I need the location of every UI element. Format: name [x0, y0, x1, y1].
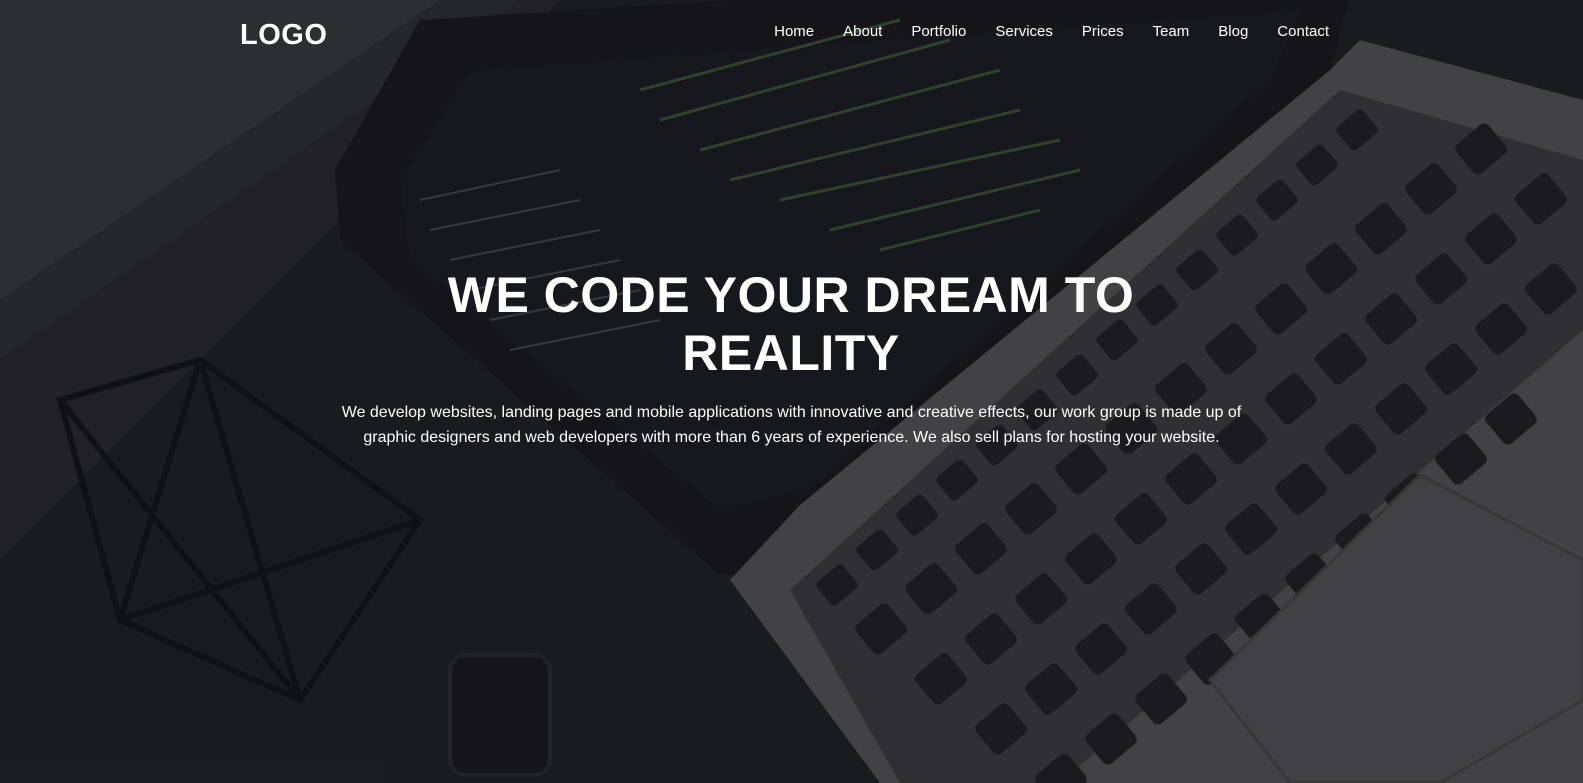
nav-menu: Home About Portfolio Services Prices Tea…: [745, 23, 1329, 41]
nav-item-home: Home: [774, 23, 814, 41]
dark-overlay: [0, 0, 1583, 783]
nav-link-contact[interactable]: Contact: [1277, 23, 1329, 40]
nav-link-home[interactable]: Home: [774, 23, 814, 40]
nav-item-team: Team: [1153, 23, 1190, 41]
hero-section: LOGO Home About Portfolio Services Price…: [0, 0, 1583, 783]
nav-item-blog: Blog: [1218, 23, 1248, 41]
nav-item-services: Services: [995, 23, 1053, 41]
nav-link-about[interactable]: About: [843, 23, 882, 40]
nav-link-prices[interactable]: Prices: [1082, 23, 1124, 40]
nav-item-portfolio: Portfolio: [911, 23, 966, 41]
nav-link-services[interactable]: Services: [995, 23, 1053, 40]
hero-headline-line1: WE CODE YOUR DREAM TO: [447, 267, 1135, 323]
nav-link-portfolio[interactable]: Portfolio: [911, 23, 966, 40]
nav-item-prices: Prices: [1082, 23, 1124, 41]
nav-link-team[interactable]: Team: [1153, 23, 1190, 40]
navbar: LOGO Home About Portfolio Services Price…: [0, 0, 1583, 70]
hero-headline: WE CODE YOUR DREAM TO REALITY: [391, 266, 1191, 382]
nav-item-contact: Contact: [1277, 23, 1329, 41]
nav-item-about: About: [843, 23, 882, 41]
logo[interactable]: LOGO: [240, 19, 327, 52]
nav-link-blog[interactable]: Blog: [1218, 23, 1248, 40]
hero-headline-line2: REALITY: [682, 325, 900, 381]
hero-description: We develop websites, landing pages and m…: [341, 404, 1242, 446]
